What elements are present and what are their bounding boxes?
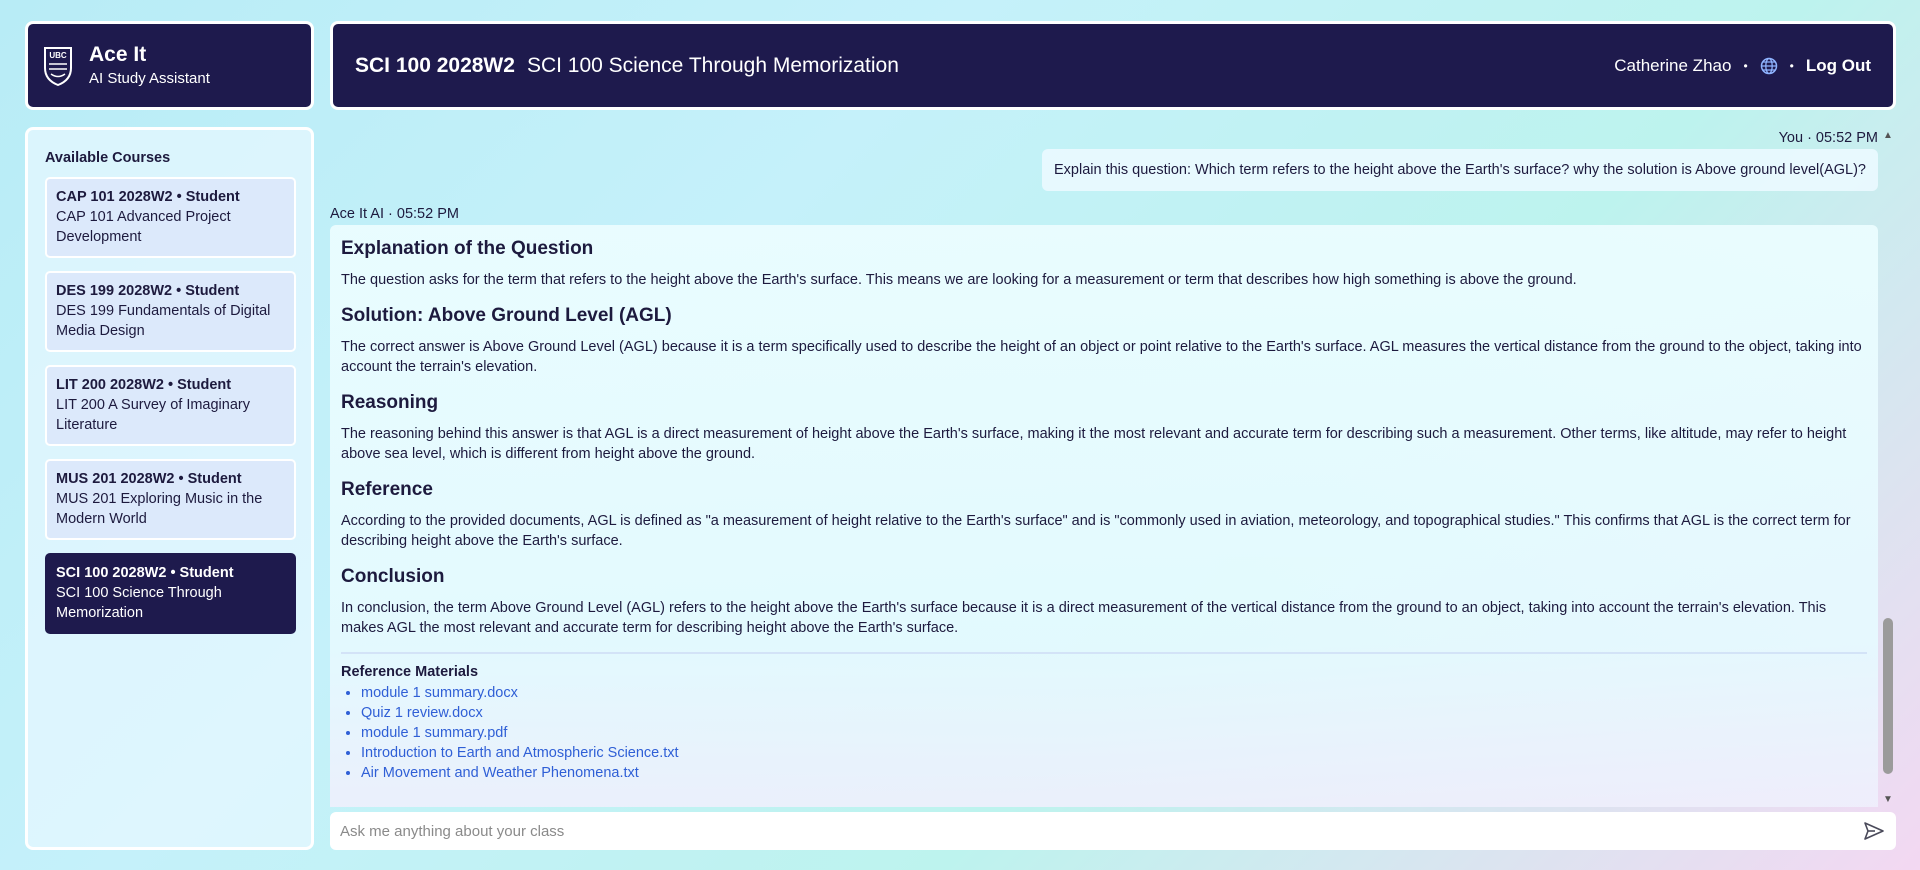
user-name: Catherine Zhao: [1614, 55, 1732, 75]
course-item-name: CAP 101 Advanced Project Development: [56, 209, 231, 245]
course-sidebar: Available Courses CAP 101 2028W2 • Stude…: [25, 127, 314, 850]
ubc-crest-icon: UBC: [44, 46, 72, 86]
course-item-cap101[interactable]: CAP 101 2028W2 • Student CAP 101 Advance…: [45, 177, 296, 258]
course-item-lit200[interactable]: LIT 200 2028W2 • Student LIT 200 A Surve…: [45, 365, 296, 446]
reference-link[interactable]: module 1 summary.pdf: [361, 723, 1867, 743]
reference-link[interactable]: module 1 summary.docx: [361, 683, 1867, 703]
send-icon[interactable]: [1862, 819, 1886, 843]
section-body: The question asks for the term that refe…: [341, 272, 1577, 288]
sidebar-title: Available Courses: [45, 150, 171, 166]
brand-panel: UBC Ace It AI Study Assistant: [25, 21, 314, 110]
scroll-up-arrow-icon[interactable]: ▲: [1883, 130, 1893, 142]
course-item-name: DES 199 Fundamentals of Digital Media De…: [56, 303, 271, 339]
section-body: In conclusion, the term Above Ground Lev…: [341, 600, 1827, 636]
section-heading: Conclusion: [341, 566, 445, 587]
logout-button[interactable]: Log Out: [1806, 56, 1871, 76]
course-name: SCI 100 Science Through Memorization: [526, 53, 899, 77]
course-code: SCI 100 2028W2: [355, 53, 515, 77]
course-item-title: DES 199 2028W2 • Student: [56, 283, 240, 299]
user-message-text: Explain this question: Which term refers…: [1054, 162, 1866, 178]
reference-list: module 1 summary.docx Quiz 1 review.docx…: [361, 683, 1867, 783]
section-heading: Reference: [341, 479, 433, 500]
scroll-thumb[interactable]: [1883, 618, 1893, 774]
course-item-name: MUS 201 Exploring Music in the Modern Wo…: [56, 491, 263, 527]
ai-message-bubble: Explanation of the Question The question…: [330, 225, 1878, 807]
course-item-des199[interactable]: DES 199 2028W2 • Student DES 199 Fundame…: [45, 271, 296, 352]
section-heading: Solution: Above Ground Level (AGL): [341, 305, 672, 326]
course-item-title: SCI 100 2028W2 • Student: [56, 565, 234, 581]
reference-link[interactable]: Air Movement and Weather Phenomena.txt: [361, 763, 1867, 783]
user-message-meta: You · 05:52 PM: [1778, 130, 1878, 146]
globe-icon[interactable]: [1760, 57, 1778, 75]
svg-text:UBC: UBC: [49, 51, 67, 60]
chat-input-bar: [330, 812, 1896, 850]
course-item-name: LIT 200 A Survey of Imaginary Literature: [56, 397, 250, 433]
section-heading: Explanation of the Question: [341, 238, 594, 259]
ai-message-meta: Ace It AI · 05:52 PM: [330, 206, 459, 222]
section-heading: Reasoning: [341, 392, 439, 413]
separator-dot: •: [1789, 58, 1794, 73]
course-item-title: MUS 201 2028W2 • Student: [56, 471, 242, 487]
reference-link[interactable]: Quiz 1 review.docx: [361, 703, 1867, 723]
scroll-down-arrow-icon[interactable]: ▼: [1883, 794, 1893, 806]
section-body: The correct answer is Above Ground Level…: [341, 339, 1862, 375]
app-title: Ace It: [89, 42, 147, 66]
app-subtitle: AI Study Assistant: [89, 69, 210, 87]
separator-dot: •: [1743, 58, 1748, 73]
section-body: According to the provided documents, AGL…: [341, 513, 1851, 549]
chat-area[interactable]: You · 05:52 PM Explain this question: Wh…: [330, 127, 1878, 807]
chat-scrollbar[interactable]: ▲ ▼: [1881, 130, 1895, 806]
section-body: The reasoning behind this answer is that…: [341, 426, 1847, 462]
course-item-title: CAP 101 2028W2 • Student: [56, 189, 240, 205]
course-item-sci100[interactable]: SCI 100 2028W2 • Student SCI 100 Science…: [45, 553, 296, 634]
divider: [341, 652, 1867, 654]
course-item-name: SCI 100 Science Through Memorization: [56, 585, 222, 621]
course-item-title: LIT 200 2028W2 • Student: [56, 377, 232, 393]
user-area: Catherine Zhao • • Log Out: [1614, 56, 1871, 76]
reference-materials-title: Reference Materials: [341, 664, 479, 680]
chat-input[interactable]: [340, 822, 1852, 840]
user-message-bubble: Explain this question: Which term refers…: [1042, 149, 1878, 191]
course-item-mus201[interactable]: MUS 201 2028W2 • Student MUS 201 Explori…: [45, 459, 296, 540]
reference-link[interactable]: Introduction to Earth and Atmospheric Sc…: [361, 743, 1867, 763]
course-header: SCI 100 2028W2 SCI 100 Science Through M…: [330, 21, 1896, 110]
